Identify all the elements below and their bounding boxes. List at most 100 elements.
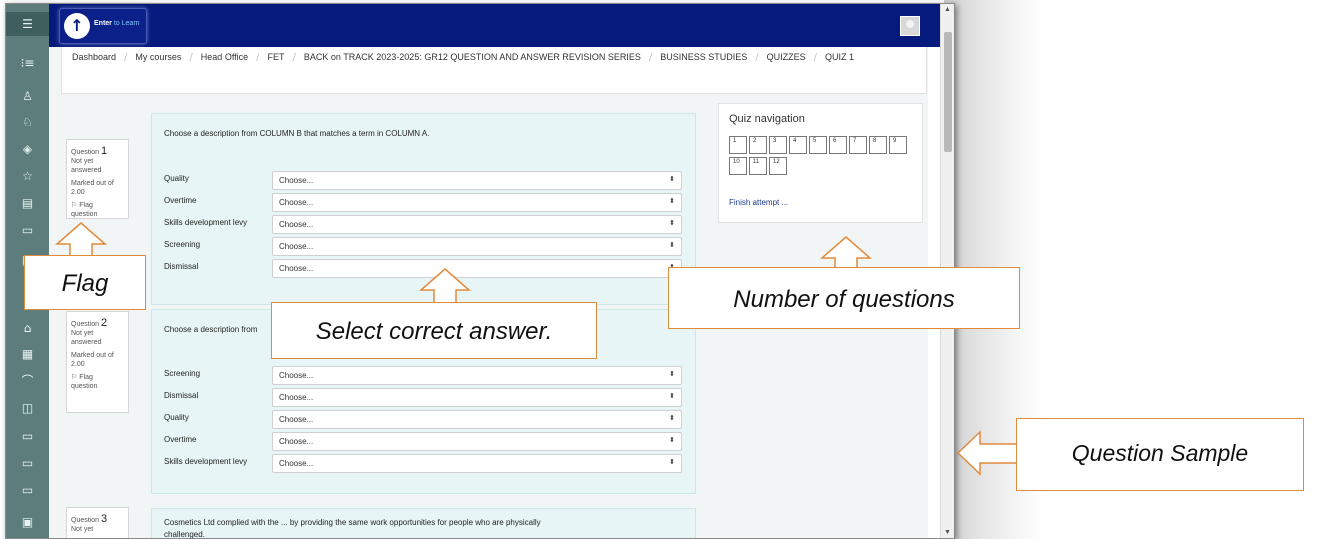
quiz-nav-button[interactable]: 5 [809,136,827,154]
select-arrow-icon: ⬍ [669,458,675,466]
scroll-up-icon[interactable]: ▲ [941,6,954,13]
folder-icon[interactable]: ▭ [6,218,49,242]
users-icon[interactable]: ♙ [6,84,49,108]
flag-question-link-text[interactable]: question [71,210,124,219]
breadcrumb-my-courses[interactable]: My courses [135,52,181,62]
question-text: Choose a description from [164,325,258,334]
list-icon[interactable]: ⁝≡ [6,51,49,75]
breadcrumb-card: Dashboard / My courses / Head Office / F… [61,47,927,94]
match-term: Quality [164,413,189,422]
select-answer-callout: Select correct answer. [271,302,597,359]
finish-attempt-link[interactable]: Finish attempt ... [729,198,788,207]
question-text: challenged. [164,530,205,539]
home-icon[interactable]: ⌂ [6,316,49,340]
answer-select[interactable]: Choose...⬍ [272,237,682,256]
quiz-nav-button[interactable]: 11 [749,157,767,175]
breadcrumb-separator: / [256,51,260,63]
question-sample-callout: Question Sample [1016,418,1304,491]
menu-icon[interactable]: ☰ [6,12,49,36]
question-number: Question 3 [71,513,108,525]
match-row: Overtime Choose... ⬍ [164,193,683,212]
select-arrow-icon: ⬍ [669,392,675,400]
select-arrow-icon: ⬍ [669,175,675,183]
match-row: Skills development levy Choose... ⬍ [164,454,683,473]
site-logo[interactable]: ↑ Enter to Learn [59,8,147,44]
breadcrumb-series[interactable]: BACK on TRACK 2023-2025: GR12 QUESTION A… [304,52,641,62]
breadcrumb-head-office[interactable]: Head Office [201,52,248,62]
flag-question-link[interactable]: ⚐ Flag [71,373,124,382]
folder-icon[interactable]: ▭ [6,424,49,448]
breadcrumb-separator: / [813,51,818,63]
annotated-screenshot: ☰ ⁝≡ ♙ ♘ ◈ ☆ ▤ ▭ ▦ ⌂ ▦ ⌒ ◫ ▭ ▭ ▭ ▣ ↑ Ent… [0,0,1324,539]
quiz-nav-button[interactable]: 3 [769,136,787,154]
answer-select[interactable]: Choose...⬍ [272,193,682,212]
match-term: Dismissal [164,391,199,400]
answer-select[interactable]: Choose...⬍ [272,454,682,473]
quiz-nav-button[interactable]: 9 [889,136,907,154]
match-term: Overtime [164,196,197,205]
quiz-nav-button[interactable]: 8 [869,136,887,154]
match-term: Dismissal [164,262,199,271]
quiz-nav-button[interactable]: 6 [829,136,847,154]
answer-select[interactable]: Choose...⬍ [272,432,682,451]
quiz-navigation-grid: 1 2 3 4 5 6 7 8 9 10 11 12 [729,136,909,175]
quiz-navigation-card: Quiz navigation 1 2 3 4 5 6 7 8 9 10 11 … [718,103,923,223]
match-term: Screening [164,240,201,249]
question-status: Not yet [71,526,94,533]
flag-callout-arrow [55,222,107,257]
breadcrumb-quiz-1[interactable]: QUIZ 1 [825,52,854,62]
breadcrumb-separator: / [755,51,759,63]
quiz-navigation-title: Quiz navigation [729,113,805,125]
select-arrow-icon: ⬍ [669,219,675,227]
select-arrow-icon: ⬍ [669,370,675,378]
question-marks-label: Marked out of [71,180,114,187]
graduation-icon[interactable]: ⌒ [6,369,49,393]
match-row: Screening Choose... ⬍ [164,237,683,256]
user-avatar[interactable] [900,16,920,36]
answer-select[interactable]: Choose...⬍ [272,215,682,234]
quiz-nav-button[interactable]: 1 [729,136,747,154]
match-row: Quality Choose... ⬍ [164,171,683,190]
question-text: Choose a description from COLUMN B that … [164,129,430,138]
layers-icon[interactable]: ◈ [6,137,49,161]
match-row: Screening Choose... ⬍ [164,366,683,385]
flag-icon: ⚐ [71,374,78,381]
breadcrumb-dashboard[interactable]: Dashboard [72,52,116,62]
answer-select[interactable]: Choose...⬍ [272,366,682,385]
quiz-nav-button[interactable]: 12 [769,157,787,175]
folder-icon[interactable]: ▭ [6,451,49,475]
answer-select[interactable]: Choose...⬍ [272,171,682,190]
match-row: Dismissal Choose...⬍ [164,388,683,407]
folder-icon[interactable]: ▭ [6,478,49,502]
match-term: Quality [164,174,189,183]
quiz-nav-button[interactable]: 4 [789,136,807,154]
match-row: Quality Choose... ⬍ [164,410,683,429]
logo-text: Enter to Learn [94,20,140,27]
calendar-icon[interactable]: ▦ [6,342,49,366]
flag-question-link-text[interactable]: question [71,382,124,391]
answer-select[interactable]: Choose...⬍ [272,410,682,429]
breadcrumb-quizzes[interactable]: QUIZZES [767,52,806,62]
badge-icon[interactable]: ♘ [6,110,49,134]
flag-callout: Flag [24,255,146,310]
scroll-down-icon[interactable]: ▼ [941,529,954,536]
select-arrow-icon: ⬍ [669,436,675,444]
puzzle-icon[interactable]: ◫ [6,396,49,420]
scrollbar-thumb[interactable] [944,32,952,152]
book-icon[interactable]: ▤ [6,191,49,215]
breadcrumb-fet[interactable]: FET [268,52,285,62]
breadcrumb-separator: / [189,51,193,63]
quiz-nav-button[interactable]: 10 [729,157,747,175]
breadcrumb: Dashboard / My courses / Head Office / F… [72,47,854,67]
quiz-nav-button[interactable]: 7 [849,136,867,154]
breadcrumb-separator: / [292,51,296,63]
quiz-nav-button[interactable]: 2 [749,136,767,154]
answer-select[interactable]: Choose...⬍ [272,388,682,407]
star-icon[interactable]: ☆ [6,164,49,188]
match-term: Overtime [164,435,197,444]
flag-question-link[interactable]: ⚐ Flag [71,201,124,210]
trash-icon[interactable]: ▣ [6,510,49,534]
answer-select[interactable]: Choose...⬍ [272,259,682,278]
select-arrow-icon: ⬍ [669,241,675,249]
breadcrumb-business-studies[interactable]: BUSINESS STUDIES [660,52,747,62]
